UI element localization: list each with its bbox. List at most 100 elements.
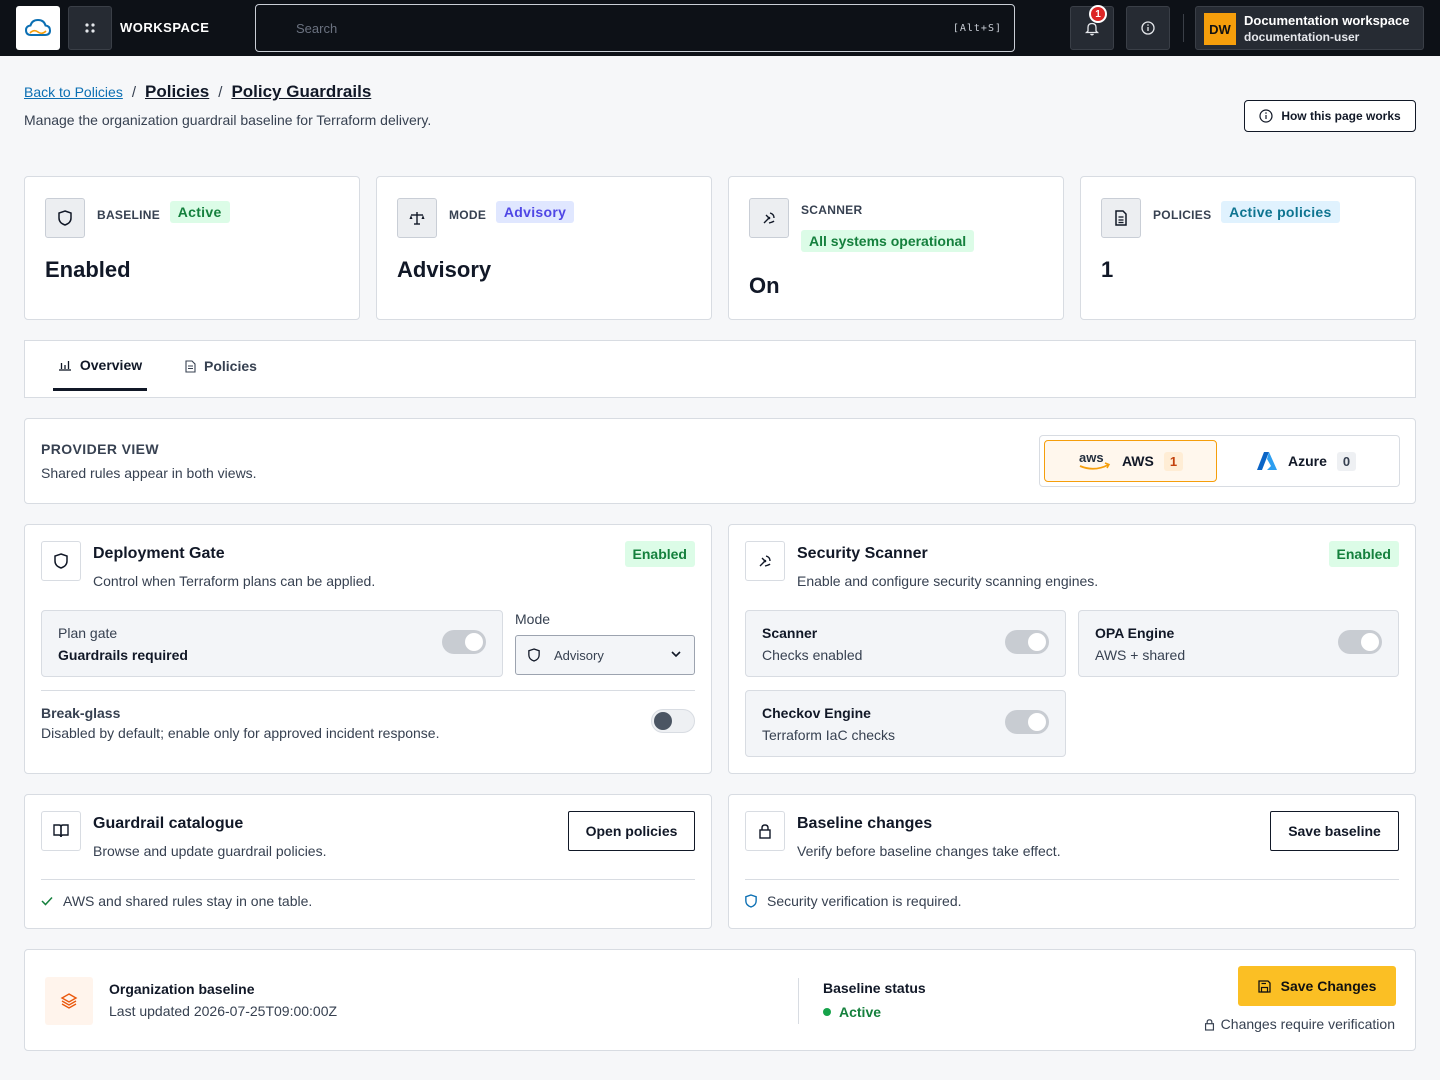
tab-label: Policies <box>204 358 257 374</box>
organization-baseline-bar: Organization baseline Last updated 2026-… <box>24 949 1416 1051</box>
breadcrumb-policies[interactable]: Policies <box>145 82 209 102</box>
notification-badge: 1 <box>1089 5 1107 23</box>
info-button[interactable] <box>1126 6 1170 50</box>
apps-grid-icon <box>85 23 95 33</box>
status-badge: Enabled <box>624 541 695 567</box>
layers-icon <box>60 993 78 1009</box>
mode-select[interactable]: Advisory <box>515 635 695 675</box>
status-dot-icon <box>823 1008 831 1016</box>
provider-count: 1 <box>1163 451 1184 471</box>
setting-value: Checks enabled <box>762 647 863 663</box>
shield-icon <box>54 553 68 569</box>
save-changes-label: Save Changes <box>1280 978 1377 994</box>
stat-label: MODE Advisory <box>449 201 575 225</box>
breadcrumb-separator: / <box>218 84 223 101</box>
shield-icon <box>528 648 540 662</box>
provider-option-azure[interactable]: Azure 0 <box>1256 440 1357 482</box>
back-to-policies-link[interactable]: Back to Policies <box>24 84 123 100</box>
user-id: documentation-user <box>1244 30 1360 44</box>
tab-bar: Overview Policies <box>24 340 1416 398</box>
apps-menu-button[interactable] <box>68 6 112 50</box>
info-icon <box>1141 21 1155 35</box>
provider-label: AWS <box>1121 453 1154 469</box>
baseline-title: Organization baseline <box>109 981 255 997</box>
info-icon <box>1259 109 1273 123</box>
panel-title: Security Scanner <box>797 545 928 562</box>
provider-view-card: PROVIDER VIEW Shared rules appear in bot… <box>24 418 1416 504</box>
lock-icon <box>1204 1018 1214 1031</box>
scanner-setting: Scanner Checks enabled <box>745 610 1066 677</box>
note-text: Security verification is required. <box>767 893 962 909</box>
shield-icon <box>58 210 72 226</box>
plan-gate-toggle[interactable] <box>442 630 486 654</box>
mode-select-value: Advisory <box>554 647 604 663</box>
search-box[interactable]: [Alt+S] <box>255 4 1015 52</box>
note-text: AWS and shared rules stay in one table. <box>63 893 313 909</box>
baseline-updated: Last updated 2026-07-25T09:00:00Z <box>109 1003 338 1019</box>
break-glass-toggle[interactable] <box>651 709 695 733</box>
break-glass-title: Break-glass <box>41 705 121 721</box>
panel-title: Deployment Gate <box>93 545 225 562</box>
divider <box>745 879 1399 880</box>
panel-subtitle: Enable and configure security scanning e… <box>797 573 1099 589</box>
deployment-gate-panel: Deployment Gate Control when Terraform p… <box>24 524 712 774</box>
stat-card-scanner: SCANNER All systems operational On <box>728 176 1064 320</box>
panel-title: Guardrail catalogue <box>93 815 244 832</box>
tab-policies[interactable]: Policies <box>185 341 257 391</box>
baseline-status-value: Active <box>823 1004 881 1020</box>
breadcrumb: Back to Policies / Policies / Policy Gua… <box>24 82 371 102</box>
user-name: Documentation workspace <box>1244 13 1410 28</box>
save-changes-button[interactable]: Save Changes <box>1238 966 1396 1006</box>
setting-title: Checkov Engine <box>762 705 871 721</box>
verification-note: Changes require verification <box>1204 1016 1395 1032</box>
document-icon <box>185 359 196 373</box>
stat-label: POLICIES Active policies <box>1153 201 1340 225</box>
search-input[interactable] <box>296 20 896 36</box>
how-page-works-button[interactable]: How this page works <box>1244 100 1416 132</box>
policies-badge: Active policies <box>1221 201 1340 223</box>
divider <box>41 690 695 691</box>
stat-label: SCANNER <box>801 203 863 217</box>
workspace-label: WORKSPACE <box>120 20 210 35</box>
break-glass-subtitle: Disabled by default; enable only for app… <box>41 725 440 741</box>
user-menu[interactable]: DW Documentation workspace documentation… <box>1195 6 1424 50</box>
setting-title: Scanner <box>762 625 818 641</box>
app-logo[interactable] <box>16 6 60 50</box>
tab-overview[interactable]: Overview <box>53 341 147 391</box>
aws-logo-icon: aws <box>1079 450 1111 470</box>
check-icon <box>41 896 53 906</box>
breadcrumb-separator: / <box>131 84 136 101</box>
document-icon <box>1115 210 1127 226</box>
stat-value: On <box>749 273 780 298</box>
avatar: DW <box>1204 13 1236 45</box>
azure-logo-icon <box>1257 452 1277 470</box>
save-baseline-button[interactable]: Save baseline <box>1270 811 1399 851</box>
bar-chart-icon <box>58 360 71 371</box>
notifications-button[interactable]: 1 <box>1070 5 1114 50</box>
provider-option-aws[interactable]: aws AWS 1 <box>1044 440 1217 482</box>
provider-switch: aws AWS 1 Azure 0 <box>1039 435 1400 487</box>
setting-title: Plan gate <box>58 625 118 641</box>
status-text: Active <box>839 1004 882 1020</box>
breadcrumb-policy-guardrails[interactable]: Policy Guardrails <box>231 82 371 102</box>
mode-label: Mode <box>515 611 551 627</box>
scanner-status-badge: All systems operational <box>801 230 975 252</box>
stat-icon-box <box>1101 198 1141 238</box>
opa-engine-setting: OPA Engine AWS + shared <box>1078 610 1399 677</box>
stat-value: 1 <box>1101 257 1114 282</box>
stat-card-baseline: BASELINE Active Enabled <box>24 176 360 320</box>
status-badge: Active <box>169 201 230 223</box>
stat-value: Advisory <box>397 257 492 282</box>
status-badge: Enabled <box>1328 541 1399 567</box>
provider-view-title: PROVIDER VIEW <box>41 441 159 457</box>
open-policies-button[interactable]: Open policies <box>568 811 695 851</box>
checkov-engine-toggle[interactable] <box>1005 710 1049 734</box>
tab-label: Overview <box>79 356 143 373</box>
panel-subtitle: Browse and update guardrail policies. <box>93 843 327 859</box>
scale-icon <box>409 212 425 225</box>
search-shortcut: [Alt+S] <box>952 22 1002 34</box>
scanner-toggle[interactable] <box>1005 630 1049 654</box>
setting-value: Terraform IaC checks <box>762 727 896 743</box>
provider-view-subtitle: Shared rules appear in both views. <box>41 465 257 481</box>
opa-engine-toggle[interactable] <box>1338 630 1382 654</box>
